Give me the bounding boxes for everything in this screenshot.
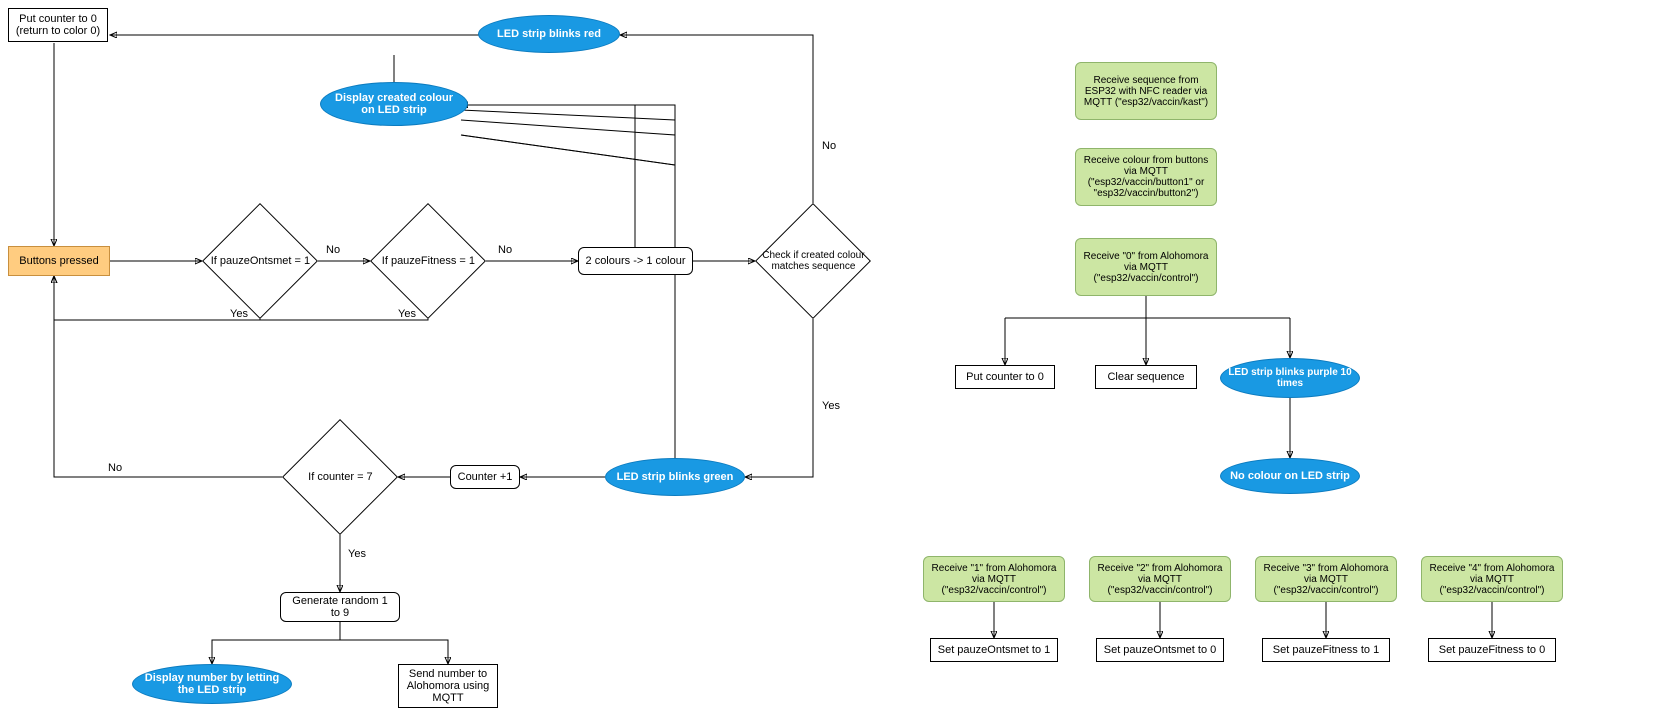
node-gen-random: Generate random 1 to 9 xyxy=(280,592,400,622)
text: Set pauzeOntsmet to 1 xyxy=(938,644,1051,656)
text: Counter +1 xyxy=(458,471,513,483)
node-counter-plus: Counter +1 xyxy=(450,465,520,489)
label-counter7-yes: Yes xyxy=(348,548,366,560)
text: Receive sequence from ESP32 with NFC rea… xyxy=(1082,75,1210,108)
label-match-no: No xyxy=(822,140,836,152)
node-set-ontsmet-1: Set pauzeOntsmet to 1 xyxy=(930,638,1058,662)
text: Display created colour on LED strip xyxy=(327,92,461,116)
node-put-counter-0-r: Put counter to 0 xyxy=(955,365,1055,389)
text: If pauzeFitness = 1 xyxy=(382,255,475,267)
text: Clear sequence xyxy=(1107,371,1184,383)
node-buttons-pressed: Buttons pressed xyxy=(8,246,110,276)
node-check-match: Check if created colour matches sequence xyxy=(772,220,854,302)
text: Put counter to 0 (return to color 0) xyxy=(15,13,101,37)
text: Set pauzeOntsmet to 0 xyxy=(1104,644,1217,656)
node-if-pauze-ontsmet: If pauzeOntsmet = 1 xyxy=(219,220,301,302)
text: Check if created colour matches sequence xyxy=(760,250,868,272)
node-set-fitness-0: Set pauzeFitness to 0 xyxy=(1428,638,1556,662)
label-match-yes: Yes xyxy=(822,400,840,412)
node-recv-3: Receive "3" from Alohomora via MQTT ("es… xyxy=(1255,556,1397,602)
text: Receive "0" from Alohomora via MQTT ("es… xyxy=(1082,251,1210,284)
text: Display number by letting the LED strip xyxy=(139,672,285,696)
text: If pauzeOntsmet = 1 xyxy=(211,255,310,267)
node-recv-seq: Receive sequence from ESP32 with NFC rea… xyxy=(1075,62,1217,120)
text: No colour on LED strip xyxy=(1230,470,1350,482)
node-clear-seq: Clear sequence xyxy=(1095,365,1197,389)
node-if-pauze-fitness: If pauzeFitness = 1 xyxy=(387,220,469,302)
node-recv-0: Receive "0" from Alohomora via MQTT ("es… xyxy=(1075,238,1217,296)
node-no-colour: No colour on LED strip xyxy=(1220,458,1360,494)
flowchart-canvas: Put counter to 0 (return to color 0) But… xyxy=(0,0,1671,727)
node-led-green: LED strip blinks green xyxy=(605,458,745,496)
node-set-fitness-1: Set pauzeFitness to 1 xyxy=(1262,638,1390,662)
label-ontsmet-yes: Yes xyxy=(230,308,248,320)
text: Receive "4" from Alohomora via MQTT ("es… xyxy=(1428,563,1556,596)
text: LED strip blinks green xyxy=(617,471,734,483)
label-fitness-yes: Yes xyxy=(398,308,416,320)
text: Receive colour from buttons via MQTT ("e… xyxy=(1082,155,1210,199)
text: Receive "2" from Alohomora via MQTT ("es… xyxy=(1096,563,1224,596)
text: Receive "3" from Alohomora via MQTT ("es… xyxy=(1262,563,1390,596)
text: If counter = 7 xyxy=(308,471,373,483)
edges-layer xyxy=(0,0,1671,727)
node-put-counter-0: Put counter to 0 (return to color 0) xyxy=(8,8,108,42)
text: LED strip blinks purple 10 times xyxy=(1227,367,1353,389)
node-two-colours: 2 colours -> 1 colour xyxy=(578,247,693,275)
text: Buttons pressed xyxy=(19,255,99,267)
node-led-purple: LED strip blinks purple 10 times xyxy=(1220,358,1360,398)
text: Generate random 1 to 9 xyxy=(287,595,393,619)
text: Set pauzeFitness to 1 xyxy=(1273,644,1379,656)
node-send-number: Send number to Alohomora using MQTT xyxy=(398,664,498,708)
label-counter7-no: No xyxy=(108,462,122,474)
node-if-counter-7: If counter = 7 xyxy=(299,436,381,518)
node-led-red: LED strip blinks red xyxy=(478,15,620,53)
text: Put counter to 0 xyxy=(966,371,1044,383)
text: Receive "1" from Alohomora via MQTT ("es… xyxy=(930,563,1058,596)
text: Set pauzeFitness to 0 xyxy=(1439,644,1545,656)
node-recv-2: Receive "2" from Alohomora via MQTT ("es… xyxy=(1089,556,1231,602)
text: LED strip blinks red xyxy=(497,28,601,40)
node-recv-1: Receive "1" from Alohomora via MQTT ("es… xyxy=(923,556,1065,602)
node-display-colour: Display created colour on LED strip xyxy=(320,82,468,126)
node-recv-4: Receive "4" from Alohomora via MQTT ("es… xyxy=(1421,556,1563,602)
node-display-number: Display number by letting the LED strip xyxy=(132,664,292,704)
node-recv-colour: Receive colour from buttons via MQTT ("e… xyxy=(1075,148,1217,206)
label-ontsmet-no: No xyxy=(326,244,340,256)
text: Send number to Alohomora using MQTT xyxy=(405,668,491,704)
text: 2 colours -> 1 colour xyxy=(586,255,686,267)
label-fitness-no: No xyxy=(498,244,512,256)
node-set-ontsmet-0: Set pauzeOntsmet to 0 xyxy=(1096,638,1224,662)
